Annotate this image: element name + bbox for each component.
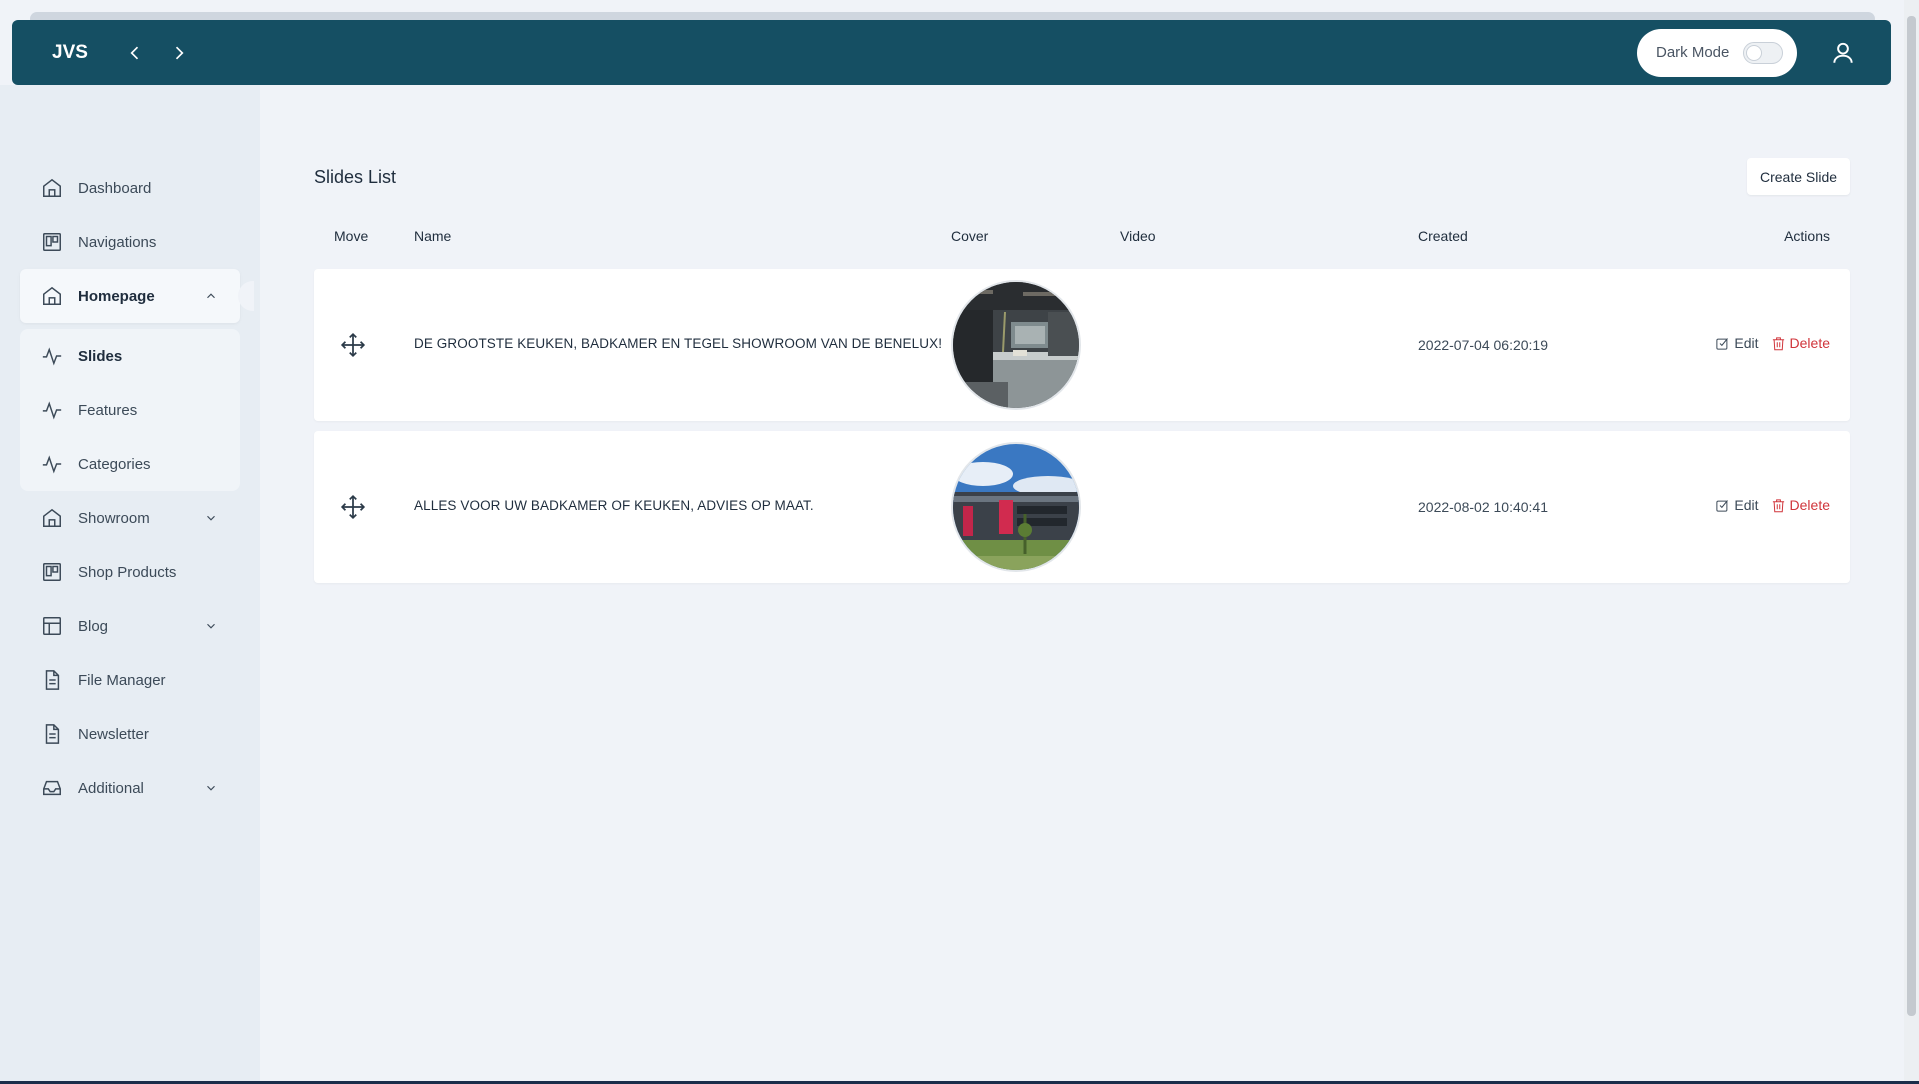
column-header-cover: Cover bbox=[951, 228, 989, 244]
table-row: ALLES VOOR UW BADKAMER OF KEUKEN, ADVIES… bbox=[314, 431, 1850, 583]
toggle-knob bbox=[1746, 44, 1763, 61]
slide-name: DE GROOTSTE KEUKEN, BADKAMER EN TEGEL SH… bbox=[414, 336, 943, 351]
file-icon bbox=[45, 670, 60, 690]
sidebar-item-label: File Manager bbox=[78, 671, 166, 689]
back-button[interactable] bbox=[118, 36, 152, 70]
edit-label: Edit bbox=[1734, 497, 1759, 513]
layout-icon bbox=[43, 617, 61, 635]
sidebar-item-label: Navigations bbox=[78, 233, 157, 251]
row-actions: Edit Delete bbox=[1715, 335, 1830, 351]
dark-mode-control: Dark Mode bbox=[1637, 28, 1797, 77]
edit-icon bbox=[1716, 499, 1729, 512]
dark-mode-toggle[interactable] bbox=[1743, 41, 1784, 64]
column-header-name: Name bbox=[414, 228, 452, 244]
created-date: 2022-08-02 10:40:41 bbox=[1418, 499, 1548, 515]
sidebar-item-showroom[interactable]: Showroom bbox=[20, 491, 240, 545]
sidebar-item-dashboard[interactable]: Dashboard bbox=[20, 161, 240, 215]
sidebar-item-shop-products[interactable]: Shop Products bbox=[20, 545, 240, 599]
column-header-video: Video bbox=[1120, 228, 1156, 244]
trash-icon bbox=[1772, 336, 1784, 350]
table-row: DE GROOTSTE KEUKEN, BADKAMER EN TEGEL SH… bbox=[314, 269, 1850, 421]
move-icon bbox=[340, 494, 366, 520]
kitchen-showroom-image bbox=[953, 282, 1079, 408]
edit-button[interactable]: Edit bbox=[1715, 335, 1759, 351]
sidebar-item-label: Slides bbox=[78, 347, 123, 365]
delete-button[interactable]: Delete bbox=[1771, 335, 1830, 351]
sidebar-item-additional[interactable]: Additional bbox=[20, 761, 240, 815]
trash-icon bbox=[1772, 498, 1784, 512]
slide-name: ALLES VOOR UW BADKAMER OF KEUKEN, ADVIES… bbox=[414, 498, 814, 513]
sidebar-item-label: Newsletter bbox=[78, 725, 149, 743]
activity-icon bbox=[42, 347, 62, 366]
sidebar-item-label: Dashboard bbox=[78, 179, 152, 197]
home-icon bbox=[43, 178, 61, 197]
sidebar-item-label: Categories bbox=[78, 455, 151, 473]
cover-thumbnail bbox=[951, 280, 1081, 410]
column-header-created: Created bbox=[1418, 228, 1468, 244]
delete-label: Delete bbox=[1789, 335, 1830, 351]
brand-logo[interactable]: JVS bbox=[52, 42, 108, 64]
chevron-down-icon bbox=[207, 515, 215, 521]
sidebar-item-label: Blog bbox=[78, 617, 109, 635]
forward-button[interactable] bbox=[162, 36, 196, 70]
sidebar-item-label: Showroom bbox=[78, 509, 150, 527]
showroom-building-image bbox=[953, 444, 1079, 570]
edit-button[interactable]: Edit bbox=[1715, 497, 1759, 513]
dark-mode-label: Dark Mode bbox=[1656, 44, 1730, 61]
chevron-left-icon bbox=[130, 46, 139, 59]
column-header-actions: Actions bbox=[1784, 228, 1830, 244]
home-icon bbox=[43, 286, 61, 305]
delete-button[interactable]: Delete bbox=[1771, 497, 1830, 513]
sidebar-item-file-manager[interactable]: File Manager bbox=[20, 653, 240, 707]
activity-icon bbox=[42, 455, 62, 474]
scrollbar-thumb[interactable] bbox=[1907, 16, 1916, 1016]
board-icon bbox=[43, 233, 61, 251]
activity-icon bbox=[42, 401, 62, 420]
cover-thumbnail bbox=[951, 442, 1081, 572]
home-icon bbox=[43, 508, 61, 527]
user-icon bbox=[1833, 42, 1853, 63]
sidebar-item-label: Homepage bbox=[78, 287, 155, 305]
sidebar-item-newsletter[interactable]: Newsletter bbox=[20, 707, 240, 761]
sidebar-item-slides[interactable]: Slides bbox=[20, 329, 240, 383]
chevron-down-icon bbox=[207, 785, 215, 791]
drag-handle[interactable] bbox=[340, 494, 366, 520]
page-title: Slides List bbox=[314, 167, 397, 187]
top-bar: JVS Dark Mode bbox=[12, 20, 1891, 85]
edit-icon bbox=[1716, 337, 1729, 350]
chevron-down-icon bbox=[207, 623, 215, 629]
sidebar-item-label: Shop Products bbox=[78, 563, 177, 581]
sidebar: Dashboard Navigations Homepage Slides Fe… bbox=[0, 85, 260, 1084]
edit-label: Edit bbox=[1734, 335, 1759, 351]
move-icon bbox=[340, 332, 366, 358]
create-slide-button[interactable]: Create Slide bbox=[1747, 158, 1850, 195]
sidebar-item-label: Additional bbox=[78, 779, 144, 797]
delete-label: Delete bbox=[1789, 497, 1830, 513]
chevron-right-icon bbox=[175, 46, 184, 59]
inbox-icon bbox=[43, 780, 61, 796]
sidebar-menu: Dashboard Navigations Homepage Slides Fe… bbox=[20, 161, 254, 815]
sidebar-item-label: Features bbox=[78, 401, 138, 419]
row-actions: Edit Delete bbox=[1715, 497, 1830, 513]
sidebar-item-features[interactable]: Features bbox=[20, 383, 240, 437]
sidebar-item-navigations[interactable]: Navigations bbox=[20, 215, 240, 269]
table-header: Move Name Cover Video Created Actions bbox=[314, 228, 1850, 248]
slides-table-body: DE GROOTSTE KEUKEN, BADKAMER EN TEGEL SH… bbox=[314, 269, 1850, 593]
chevron-up-icon bbox=[207, 293, 215, 299]
sidebar-item-blog[interactable]: Blog bbox=[20, 599, 240, 653]
file-icon bbox=[45, 724, 60, 744]
homepage-submenu: Slides Features Categories bbox=[20, 329, 240, 491]
sidebar-item-categories[interactable]: Categories bbox=[20, 437, 240, 491]
board-icon bbox=[43, 563, 61, 581]
user-menu-button[interactable] bbox=[1819, 29, 1867, 77]
sidebar-item-homepage[interactable]: Homepage bbox=[20, 269, 254, 323]
drag-handle[interactable] bbox=[340, 332, 366, 358]
page-scrollbar[interactable] bbox=[1904, 0, 1919, 1084]
created-date: 2022-07-04 06:20:19 bbox=[1418, 337, 1548, 353]
column-header-move: Move bbox=[334, 228, 369, 244]
